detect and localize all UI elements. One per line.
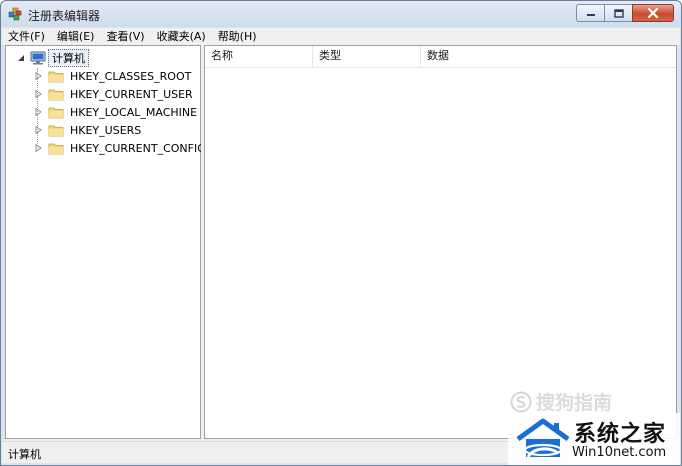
folder-icon — [48, 107, 64, 118]
folder-icon — [48, 71, 64, 82]
menu-file[interactable]: 文件(F) — [2, 28, 51, 45]
tree-item-label: HKEY_CLASSES_ROOT — [70, 69, 192, 83]
collapse-arrow-icon[interactable] — [16, 53, 26, 63]
expand-arrow-icon[interactable] — [33, 89, 43, 99]
brand-watermark: 系统之家 Win10net.com — [508, 413, 680, 465]
minimize-icon — [586, 14, 595, 16]
folder-icon — [48, 89, 64, 100]
expand-arrow-icon[interactable] — [33, 125, 43, 135]
menu-edit[interactable]: 编辑(E) — [51, 28, 101, 45]
column-header-type[interactable]: 类型 — [313, 46, 421, 68]
tree-item-hkey-current-user[interactable]: HKEY_CURRENT_USER — [33, 85, 195, 103]
close-icon — [647, 8, 659, 18]
tree-item-hkey-users[interactable]: HKEY_USERS — [33, 121, 143, 139]
value-list-pane[interactable]: 名称 类型 数据 — [204, 45, 677, 439]
menu-favorites[interactable]: 收藏夹(A) — [151, 28, 212, 45]
brand-watermark-url: Win10net.com — [572, 445, 667, 460]
maximize-button[interactable] — [604, 4, 632, 22]
minimize-button[interactable] — [576, 4, 604, 22]
tree-item-label: HKEY_CURRENT_CONFIG — [70, 141, 206, 155]
menu-help[interactable]: 帮助(H) — [212, 28, 263, 45]
column-header-name[interactable]: 名称 — [205, 46, 313, 68]
tree-item-hkey-local-machine[interactable]: HKEY_LOCAL_MACHINE — [33, 103, 199, 121]
brand-watermark-name: 系统之家 — [574, 422, 667, 447]
tree-item-label: HKEY_LOCAL_MACHINE — [70, 105, 198, 119]
registry-tree-pane[interactable]: 计算机 HKEY_CLASSES_ROOT HKEY_CURRENT_USER … — [5, 45, 206, 439]
column-header-data[interactable]: 数据 — [421, 46, 676, 68]
list-header: 名称 类型 数据 — [205, 46, 676, 68]
expand-arrow-icon[interactable] — [33, 143, 43, 153]
sougou-watermark: 搜狗指南 — [510, 388, 612, 415]
folder-icon — [48, 125, 64, 136]
window-title: 注册表编辑器 — [28, 9, 101, 23]
expand-arrow-icon[interactable] — [33, 107, 43, 117]
title-bar[interactable]: 注册表编辑器 — [1, 1, 681, 27]
tree-item-hkey-classes-root[interactable]: HKEY_CLASSES_ROOT — [33, 67, 193, 85]
status-text: 计算机 — [8, 448, 41, 461]
house-logo-icon — [516, 418, 570, 458]
folder-icon — [48, 143, 64, 154]
close-button[interactable] — [632, 4, 674, 22]
tree-item-label: HKEY_CURRENT_USER — [70, 87, 193, 101]
tree-item-label: HKEY_USERS — [70, 123, 142, 137]
tree-item-hkey-current-config[interactable]: HKEY_CURRENT_CONFIG — [33, 139, 208, 157]
registry-editor-icon — [8, 7, 22, 21]
menu-view[interactable]: 查看(V) — [100, 28, 150, 45]
expand-arrow-icon[interactable] — [33, 71, 43, 81]
tree-root-label: 计算机 — [48, 49, 89, 67]
menu-bar: 文件(F) 编辑(E) 查看(V) 收藏夹(A) 帮助(H) — [2, 28, 680, 45]
client-area: 计算机 HKEY_CLASSES_ROOT HKEY_CURRENT_USER … — [5, 45, 677, 441]
sougou-watermark-text: 搜狗指南 — [536, 392, 613, 414]
maximize-icon — [613, 8, 624, 18]
computer-icon — [30, 51, 46, 65]
caption-buttons — [576, 4, 674, 22]
sougou-logo-icon — [510, 391, 532, 412]
tree-item-computer[interactable]: 计算机 — [16, 49, 89, 67]
